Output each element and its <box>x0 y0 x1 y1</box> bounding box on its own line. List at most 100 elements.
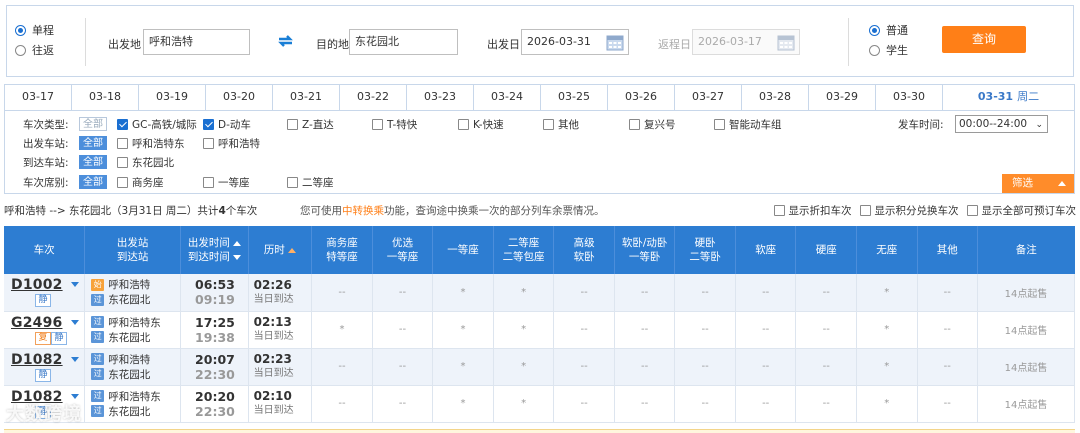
show-points-option[interactable]: 显示积分兑换车次 <box>859 203 959 218</box>
date-tab[interactable]: 03-24 <box>474 85 541 110</box>
seat-availability-cell[interactable]: -- <box>614 274 676 312</box>
seat-availability-cell[interactable]: -- <box>372 311 434 349</box>
train-type-all-toggle[interactable]: 全部 <box>79 117 107 131</box>
seat-availability-cell[interactable]: * <box>856 385 918 423</box>
seat-availability-cell[interactable]: -- <box>735 385 797 423</box>
train-type-fuxing-option[interactable]: 复兴号 <box>629 117 676 132</box>
sort-up-icon[interactable] <box>232 240 241 246</box>
caret-down-icon[interactable] <box>71 282 79 287</box>
date-tab-active[interactable]: 03-31 周二 <box>943 85 1074 110</box>
trip-round-radio[interactable]: 往返 <box>15 40 54 60</box>
seat-availability-cell[interactable]: -- <box>795 311 857 349</box>
seat-availability-cell[interactable]: -- <box>614 348 676 386</box>
trip-one-way-radio[interactable]: 单程 <box>15 20 54 40</box>
seat-availability-cell[interactable]: -- <box>674 274 736 312</box>
seat-availability-cell[interactable]: * <box>856 274 918 312</box>
calendar-icon[interactable] <box>777 33 795 51</box>
date-tab[interactable]: 03-26 <box>608 85 675 110</box>
return-date-input[interactable]: 2026-03-17 <box>692 29 800 55</box>
depart-station-option-2[interactable]: 呼和浩特 <box>203 136 260 151</box>
seat-availability-cell[interactable]: -- <box>674 385 736 423</box>
seat-availability-cell[interactable]: * <box>493 385 555 423</box>
seat-availability-cell[interactable]: * <box>856 311 918 349</box>
table-row[interactable]: D1082 静过呼和浩特东过东花园北 20:20 22:30 02:10 当日到达 -- --… <box>4 385 1075 423</box>
seat-availability-cell[interactable]: -- <box>372 348 434 386</box>
show-discount-option[interactable]: 显示折扣车次 <box>773 203 852 218</box>
seat-availability-cell[interactable]: * <box>432 274 494 312</box>
filter-button[interactable]: 筛选 <box>1002 174 1074 193</box>
seat-availability-cell[interactable]: -- <box>917 348 979 386</box>
seat-availability-cell[interactable]: -- <box>795 348 857 386</box>
seat-availability-cell[interactable]: -- <box>917 311 979 349</box>
arrive-station-option-1[interactable]: 东花园北 <box>117 155 174 170</box>
date-tab[interactable]: 03-19 <box>139 85 206 110</box>
seat-availability-cell[interactable]: -- <box>553 348 615 386</box>
from-station-input[interactable]: 呼和浩特 <box>143 29 250 55</box>
seat-option-second[interactable]: 二等座 <box>287 175 334 190</box>
caret-down-icon[interactable] <box>71 356 79 362</box>
date-tab[interactable]: 03-21 <box>273 85 340 110</box>
seat-availability-cell[interactable]: -- <box>614 311 676 349</box>
date-tab[interactable]: 03-20 <box>206 85 273 110</box>
seat-availability-cell[interactable]: * <box>493 348 555 386</box>
depart-date-input[interactable]: 2026-03-31 <box>521 29 629 55</box>
train-type-z-option[interactable]: Z-直达 <box>287 117 334 132</box>
seat-availability-cell[interactable]: * <box>432 348 494 386</box>
date-tab[interactable]: 03-27 <box>675 85 742 110</box>
seat-availability-cell[interactable]: -- <box>372 385 434 423</box>
passenger-normal-radio[interactable]: 普通 <box>869 20 908 40</box>
seat-availability-cell[interactable]: -- <box>614 385 676 423</box>
train-type-other-option[interactable]: 其他 <box>543 117 579 132</box>
query-button[interactable]: 查询 <box>942 26 1026 53</box>
table-row[interactable]: D1082 静过呼和浩特过东花园北 20:07 22:30 02:23 当日到达 -- -- *… <box>4 348 1075 386</box>
seat-availability-cell[interactable]: -- <box>311 385 373 423</box>
seat-option-business[interactable]: 商务座 <box>117 175 164 190</box>
seat-availability-cell[interactable]: -- <box>372 274 434 312</box>
seat-availability-cell[interactable]: * <box>432 385 494 423</box>
seat-all-toggle[interactable]: 全部 <box>79 175 107 189</box>
train-type-gc-option[interactable]: GC-高铁/城际 <box>117 117 197 132</box>
seat-availability-cell[interactable]: -- <box>795 274 857 312</box>
seat-availability-cell[interactable]: -- <box>553 274 615 312</box>
date-tab[interactable]: 03-22 <box>340 85 407 110</box>
passenger-student-radio[interactable]: 学生 <box>869 40 908 60</box>
table-row[interactable]: G2496 复静过呼和浩特东过东花园北 17:25 19:38 02:13 当日到达 * --… <box>4 311 1075 349</box>
date-tab[interactable]: 03-30 <box>876 85 943 110</box>
arrive-station-all-toggle[interactable]: 全部 <box>79 155 107 169</box>
table-row[interactable]: D1002 静始呼和浩特过东花园北 06:53 09:19 02:26 当日到达 -- -- *… <box>4 274 1075 312</box>
to-station-input[interactable]: 东花园北 <box>349 29 458 55</box>
date-tab[interactable]: 03-17 <box>5 85 72 110</box>
sort-up-icon[interactable] <box>287 247 296 253</box>
seat-availability-cell[interactable]: -- <box>674 311 736 349</box>
date-tab[interactable]: 03-23 <box>407 85 474 110</box>
seat-availability-cell[interactable]: -- <box>917 274 979 312</box>
seat-availability-cell[interactable]: -- <box>311 274 373 312</box>
seat-availability-cell[interactable]: -- <box>735 348 797 386</box>
seat-availability-cell[interactable]: -- <box>674 348 736 386</box>
col-time[interactable]: 出发时间 到达时间 <box>180 226 249 274</box>
swap-stations-icon[interactable] <box>278 35 293 47</box>
seat-availability-cell[interactable]: -- <box>553 311 615 349</box>
seat-availability-cell[interactable]: * <box>493 274 555 312</box>
show-all-option[interactable]: 显示全部可预订车次 <box>966 203 1076 218</box>
train-type-t-option[interactable]: T-特快 <box>372 117 417 132</box>
seat-availability-cell[interactable]: * <box>493 311 555 349</box>
date-tab[interactable]: 03-28 <box>742 85 809 110</box>
seat-availability-cell[interactable]: * <box>856 348 918 386</box>
depart-station-option-1[interactable]: 呼和浩特东 <box>117 136 185 151</box>
seat-option-first[interactable]: 一等座 <box>203 175 250 190</box>
date-tab[interactable]: 03-18 <box>72 85 139 110</box>
calendar-icon[interactable] <box>606 33 624 51</box>
depart-time-select[interactable]: 00:00--24:00 ⌄ <box>955 115 1048 133</box>
date-tab[interactable]: 03-29 <box>809 85 876 110</box>
seat-availability-cell[interactable]: -- <box>735 311 797 349</box>
caret-down-icon[interactable] <box>71 393 79 399</box>
sort-down-icon[interactable] <box>232 254 241 260</box>
seat-availability-cell[interactable]: -- <box>553 385 615 423</box>
seat-availability-cell[interactable]: -- <box>311 348 373 386</box>
seat-availability-cell[interactable]: * <box>432 311 494 349</box>
train-type-smart-option[interactable]: 智能动车组 <box>714 117 782 132</box>
seat-availability-cell[interactable]: -- <box>795 385 857 423</box>
train-type-k-option[interactable]: K-快速 <box>458 117 504 132</box>
transfer-link[interactable]: 中转换乘 <box>342 205 384 217</box>
